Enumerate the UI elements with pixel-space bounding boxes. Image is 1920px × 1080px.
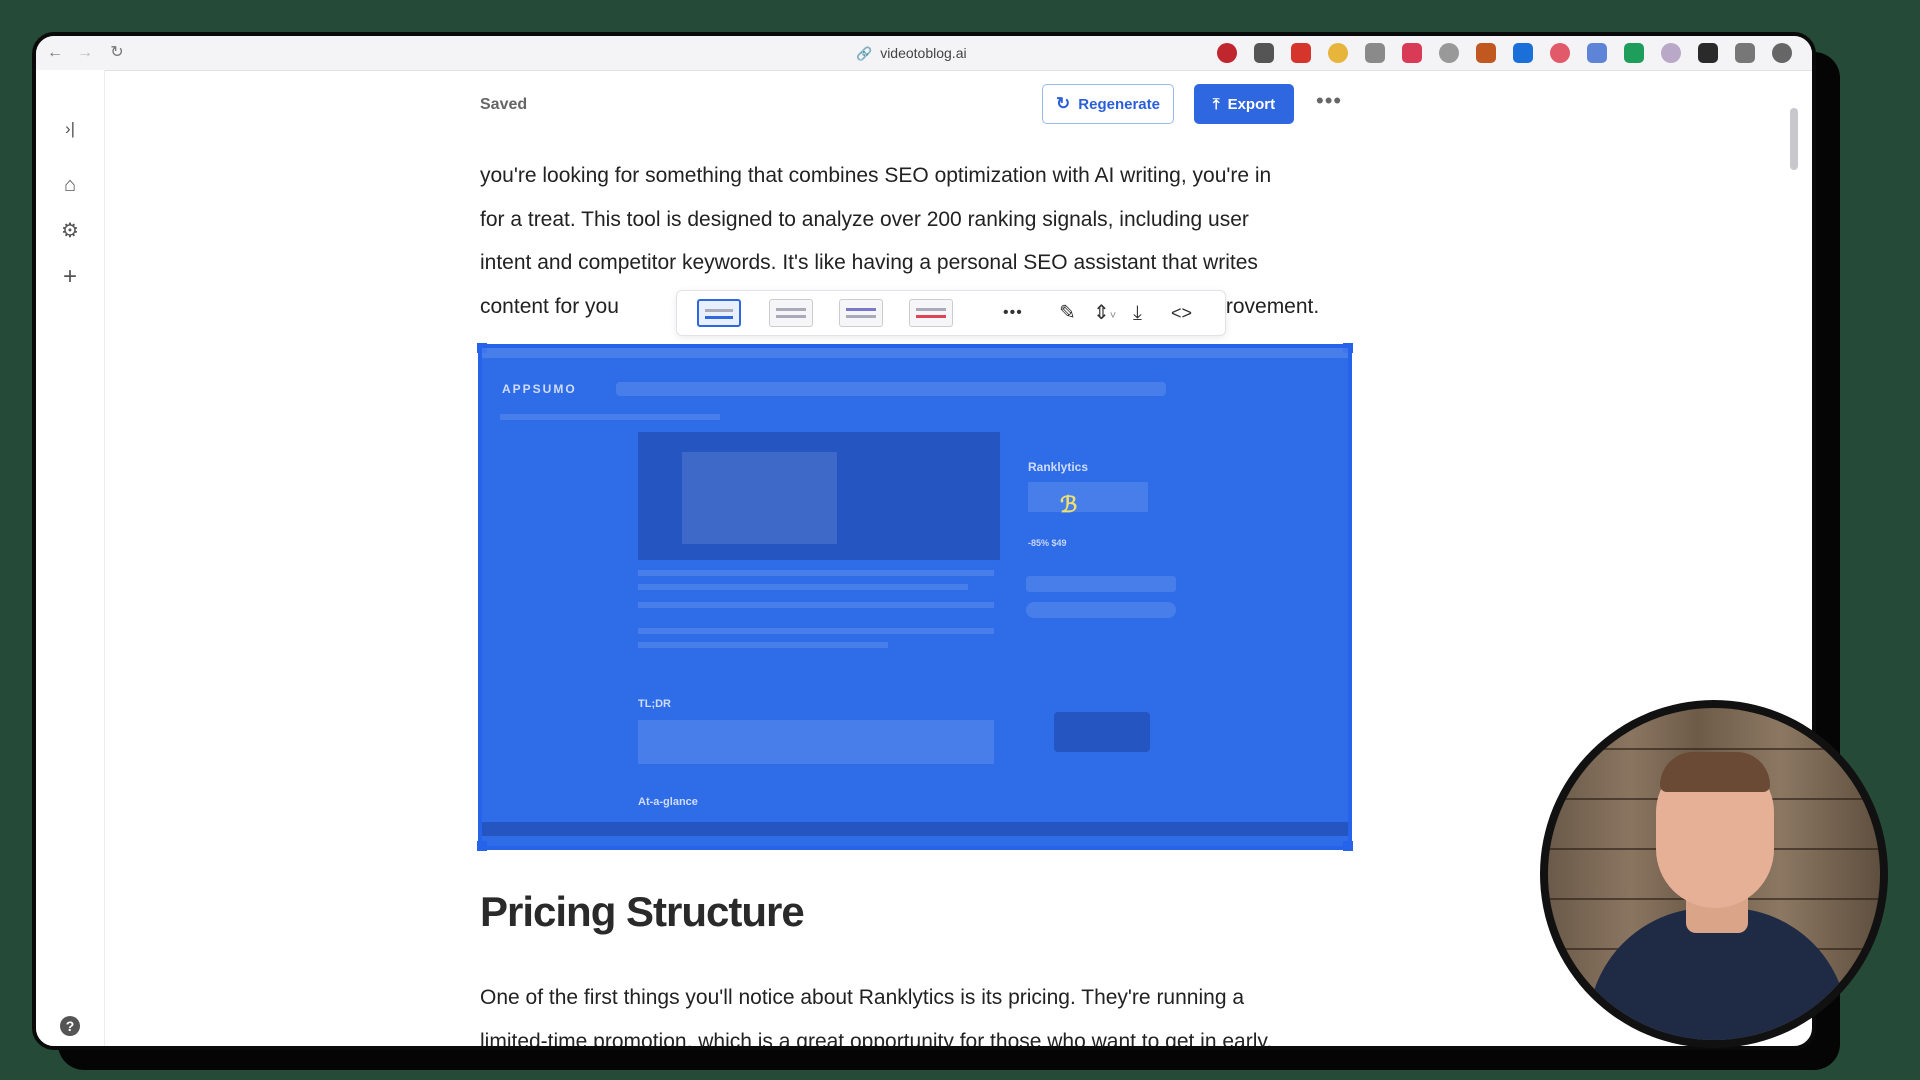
scrollbar-thumb[interactable] <box>1790 108 1798 170</box>
embedded-text-line <box>638 642 888 648</box>
embedded-text-line <box>638 570 994 576</box>
expand-sidebar-icon[interactable]: ›| <box>50 114 90 144</box>
embedded-nav <box>500 414 720 420</box>
browser-extension-icon[interactable] <box>1402 43 1422 63</box>
browser-extension-icon[interactable] <box>1624 43 1644 63</box>
webcam-video <box>1548 708 1880 1040</box>
browser-extension-icon[interactable] <box>1439 43 1459 63</box>
browser-extension-icon[interactable] <box>1328 43 1348 63</box>
layout-option-centered[interactable] <box>769 299 813 327</box>
resize-handle[interactable] <box>477 841 487 851</box>
browser-extension-icon[interactable] <box>1365 43 1385 63</box>
layout-option-full-width[interactable] <box>697 299 741 327</box>
browser-extension-icon[interactable] <box>1735 43 1755 63</box>
add-icon[interactable]: + <box>50 262 90 292</box>
embedded-text-line <box>638 602 994 608</box>
layout-option-wide[interactable] <box>839 299 883 327</box>
browser-extension-icon[interactable] <box>1698 43 1718 63</box>
align-icon[interactable]: ⇕˅ <box>1093 300 1116 329</box>
browser-extension-icon[interactable] <box>1291 43 1311 63</box>
embedded-text-line <box>638 584 968 590</box>
embedded-section-heading: At-a-glance <box>638 796 698 808</box>
embedded-hero-screen <box>682 452 837 544</box>
browser-extension-icon[interactable] <box>1587 43 1607 63</box>
section-heading[interactable]: Pricing Structure <box>480 888 805 936</box>
embedded-product-name: Ranklytics <box>1028 460 1089 474</box>
browser-extension-icon[interactable] <box>1772 43 1792 63</box>
upload-icon: ⤒ <box>1212 95 1220 113</box>
browser-extension-icon[interactable] <box>1476 43 1496 63</box>
paragraph-line: you're looking for something that combin… <box>480 164 1272 187</box>
save-status: Saved <box>480 96 528 113</box>
paragraph-line: limited-time promotion, which is a great… <box>480 1029 1273 1050</box>
embedded-dock <box>482 822 1348 836</box>
browser-extension-icon[interactable] <box>1254 43 1274 63</box>
code-embed-icon[interactable]: <> <box>1171 300 1192 326</box>
embedded-tldr-box <box>638 720 994 764</box>
embedded-search-bar <box>616 382 1166 396</box>
paragraph-line: One of the first things you'll notice ab… <box>480 986 1245 1009</box>
embedded-menubar <box>482 348 1348 358</box>
left-sidebar: ›| ⌂ ⚙ + ? <box>36 70 105 1046</box>
browser-extension-icon[interactable] <box>1513 43 1533 63</box>
regenerate-button[interactable]: ↻ Regenerate <box>1042 84 1174 124</box>
article-paragraph[interactable]: One of the first things you'll notice ab… <box>480 976 1340 1050</box>
help-icon[interactable]: ? <box>50 1010 90 1040</box>
url-text: videotoblog.ai <box>880 45 967 61</box>
paragraph-line: for a treat. This tool is designed to an… <box>480 207 1249 231</box>
browser-extension-icon[interactable] <box>1550 43 1570 63</box>
reload-icon[interactable]: ↻ <box>106 42 128 64</box>
export-label: Export <box>1227 95 1276 113</box>
extensions-bar <box>1217 43 1792 63</box>
home-icon[interactable]: ⌂ <box>50 170 90 200</box>
edit-pencil-icon[interactable]: ✎ <box>1059 300 1076 326</box>
paragraph-line: intent and competitor keywords. It's lik… <box>480 251 1258 274</box>
more-options-icon[interactable]: ••• <box>1003 300 1023 326</box>
address-bar[interactable]: 🔗 videotoblog.ai <box>856 45 967 62</box>
embedded-logo: APPSUMO <box>502 382 577 396</box>
browser-toolbar: ← → ↻ 🔗 videotoblog.ai <box>36 36 1812 71</box>
image-toolbar: ••• ✎ ⇕˅ ⤓ <> <box>676 290 1226 336</box>
export-button[interactable]: ⤒ Export <box>1194 84 1294 124</box>
back-icon[interactable]: ← <box>44 42 66 64</box>
resize-handle[interactable] <box>1343 841 1353 851</box>
browser-extension-icon[interactable] <box>1217 43 1237 63</box>
browser-extension-icon[interactable] <box>1661 43 1681 63</box>
selected-image[interactable]: APPSUMO Ranklytics -85% $49 TL;DR At-a-g… <box>477 343 1353 851</box>
embedded-text-line <box>638 628 994 634</box>
download-icon[interactable]: ⤓ <box>1133 300 1142 326</box>
embedded-tldr-heading: TL;DR <box>638 698 671 710</box>
embedded-plan-select <box>1026 576 1176 592</box>
forward-icon[interactable]: → <box>74 42 96 64</box>
link-icon: 🔗 <box>856 46 873 61</box>
embedded-countdown <box>1054 712 1150 752</box>
settings-gear-icon[interactable]: ⚙ <box>50 216 90 246</box>
layout-option-inline[interactable] <box>909 299 953 327</box>
text-cursor-icon: ℬ <box>1060 492 1078 517</box>
more-options-icon[interactable]: ••• <box>1316 88 1342 114</box>
embedded-product-desc <box>1028 482 1148 512</box>
embedded-price: -85% $49 <box>1028 538 1067 548</box>
person-hair <box>1660 752 1770 792</box>
regenerate-label: Regenerate <box>1078 95 1160 113</box>
embedded-buy-button <box>1026 602 1176 618</box>
refresh-icon: ↻ <box>1056 94 1071 113</box>
paragraph-line-start: content for you <box>480 294 619 318</box>
